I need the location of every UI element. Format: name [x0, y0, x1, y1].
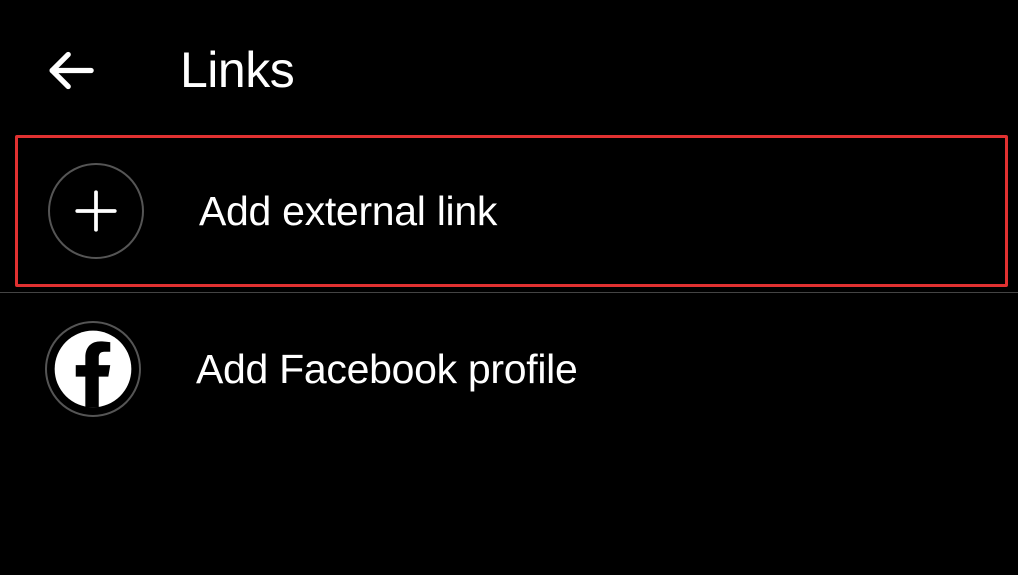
add-facebook-profile-label: Add Facebook profile — [196, 346, 577, 393]
plus-icon — [71, 186, 121, 236]
add-external-link-item[interactable]: Add external link — [15, 135, 1008, 287]
facebook-icon — [47, 323, 139, 415]
add-external-link-label: Add external link — [199, 188, 497, 235]
back-button[interactable] — [40, 40, 100, 100]
page-title: Links — [180, 41, 294, 99]
facebook-icon-circle — [45, 321, 141, 417]
header: Links — [0, 0, 1018, 130]
plus-icon-circle — [48, 163, 144, 259]
add-facebook-profile-item[interactable]: Add Facebook profile — [0, 293, 1018, 445]
arrow-left-icon — [43, 43, 98, 98]
